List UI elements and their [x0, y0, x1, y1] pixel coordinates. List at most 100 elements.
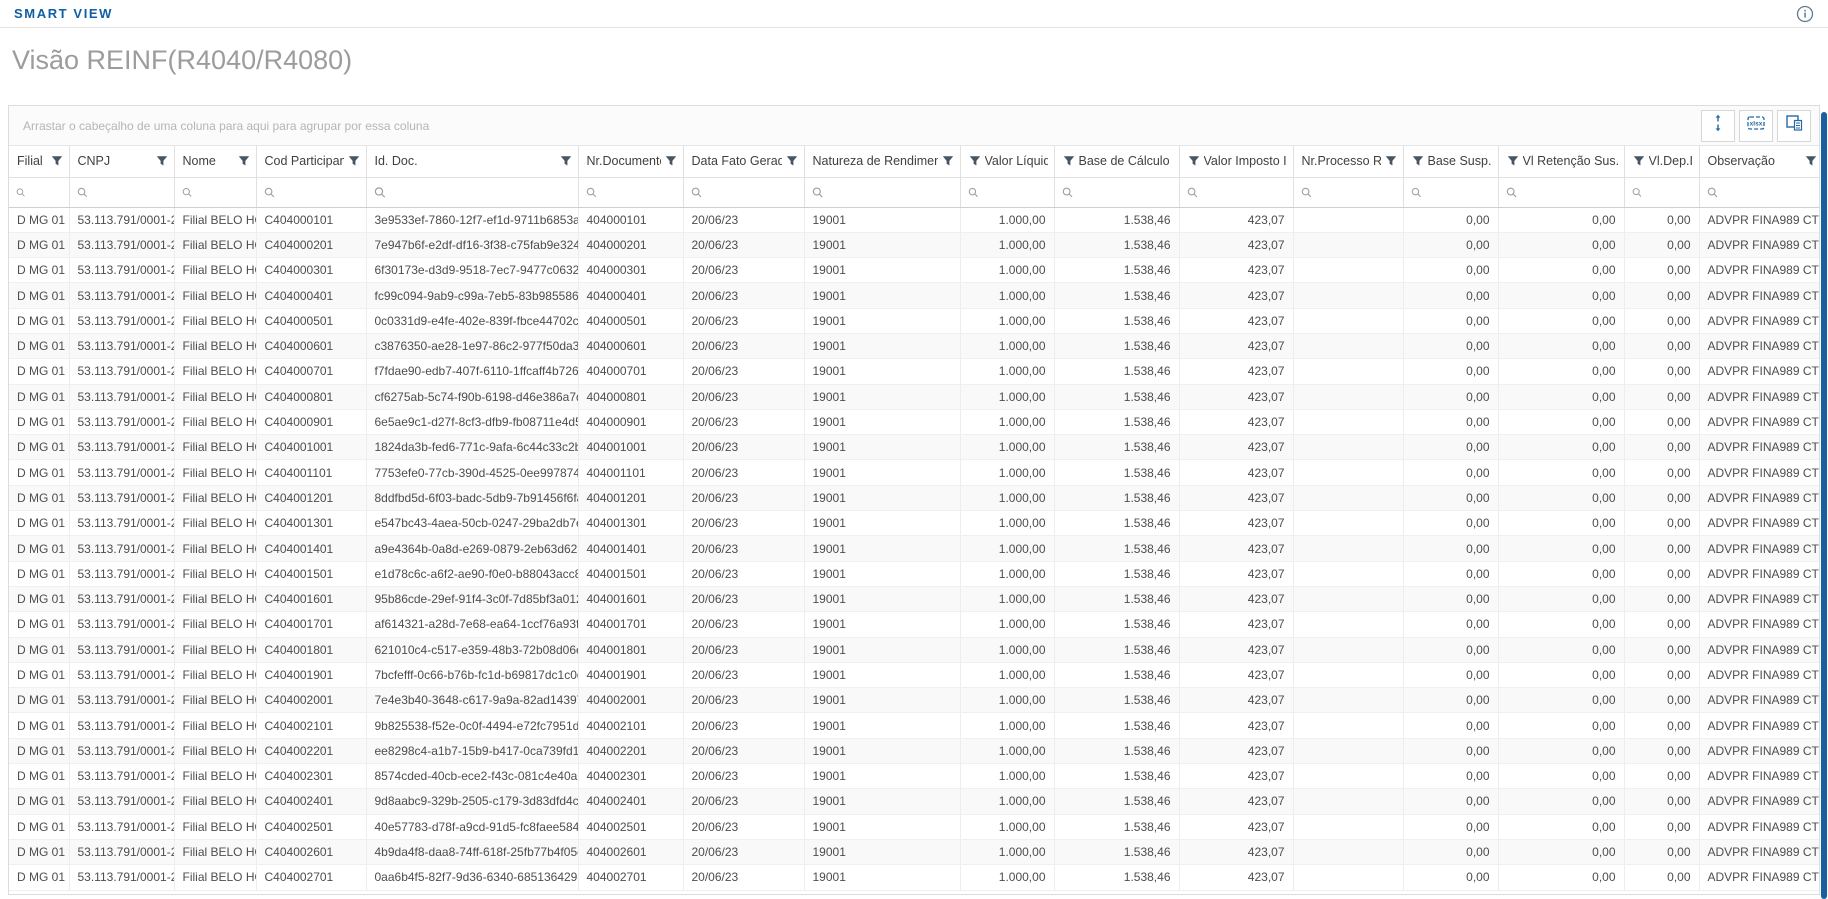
search-cell-nr_documento[interactable]: [578, 177, 684, 208]
search-cell-filial[interactable]: [9, 177, 70, 208]
search-input-id_doc[interactable]: [389, 185, 574, 199]
search-input-nr_documento[interactable]: [600, 185, 679, 199]
search-input-base_susp_ir[interactable]: [1425, 185, 1494, 199]
table-row[interactable]: D MG 0153.113.791/0001-22Filial BELO HOR…: [9, 637, 1819, 663]
column-header-cod_participante[interactable]: Cod Participante: [256, 146, 367, 178]
export-xlsx-button[interactable]: xlsx: [1739, 109, 1773, 142]
column-header-nome[interactable]: Nome: [174, 146, 257, 178]
filter-funnel-icon[interactable]: [1412, 155, 1424, 167]
search-cell-cod_participante[interactable]: [256, 177, 367, 208]
column-header-cnpj[interactable]: CNPJ: [69, 146, 175, 178]
info-icon[interactable]: [1796, 5, 1814, 23]
filter-funnel-icon[interactable]: [1507, 155, 1519, 167]
filter-funnel-icon[interactable]: [348, 155, 360, 167]
filter-funnel-icon[interactable]: [238, 155, 250, 167]
table-row[interactable]: D MG 0153.113.791/0001-22Filial BELO HOR…: [9, 788, 1819, 815]
search-input-data_fato_gerador[interactable]: [705, 185, 800, 199]
column-header-filial[interactable]: Filial: [9, 146, 70, 178]
table-row[interactable]: D MG 0153.113.791/0001-22Filial BELO HOR…: [9, 308, 1819, 334]
cell-nr_documento: 404000101: [578, 207, 684, 233]
search-cell-base_calculo_ir[interactable]: [1054, 177, 1180, 208]
filter-funnel-icon[interactable]: [51, 155, 63, 167]
search-cell-id_doc[interactable]: [366, 177, 579, 208]
table-row[interactable]: D MG 0153.113.791/0001-22Filial BELO HOR…: [9, 409, 1819, 436]
column-header-observacao[interactable]: Observação: [1699, 146, 1819, 178]
row-size-button[interactable]: [1701, 109, 1735, 142]
table-row[interactable]: D MG 0153.113.791/0001-22Filial BELO HOR…: [9, 434, 1819, 461]
table-row[interactable]: D MG 0153.113.791/0001-22Filial BELO HOR…: [9, 459, 1819, 486]
table-row[interactable]: D MG 0153.113.791/0001-22Filial BELO HOR…: [9, 611, 1819, 638]
filter-funnel-icon[interactable]: [1385, 155, 1397, 167]
filter-funnel-icon[interactable]: [969, 155, 981, 167]
filter-funnel-icon[interactable]: [560, 155, 572, 167]
table-row[interactable]: D MG 0153.113.791/0001-22Filial BELO HOR…: [9, 763, 1819, 790]
search-input-nr_processo_ref[interactable]: [1315, 185, 1399, 199]
search-cell-valor_imposto_ir[interactable]: [1179, 177, 1294, 208]
column-header-natureza[interactable]: Natureza de Rendimento: [804, 146, 961, 178]
table-row[interactable]: D MG 0153.113.791/0001-22Filial BELO HOR…: [9, 358, 1819, 385]
column-chooser-button[interactable]: [1777, 109, 1811, 142]
table-row[interactable]: D MG 0153.113.791/0001-22Filial BELO HOR…: [9, 282, 1819, 309]
filter-funnel-icon[interactable]: [1805, 155, 1817, 167]
filter-funnel-icon[interactable]: [665, 155, 677, 167]
search-input-valor_liquido[interactable]: [982, 185, 1050, 199]
search-input-cnpj[interactable]: [91, 185, 170, 199]
search-cell-valor_liquido[interactable]: [960, 177, 1055, 208]
column-header-valor_imposto_ir[interactable]: Valor Imposto IR: [1179, 146, 1294, 178]
column-header-data_fato_gerador[interactable]: Data Fato Gerador: [683, 146, 805, 178]
search-cell-base_susp_ir[interactable]: [1403, 177, 1499, 208]
search-cell-vl_dep_ir[interactable]: [1624, 177, 1700, 208]
search-cell-cnpj[interactable]: [69, 177, 175, 208]
column-header-vl_retencao_sus_ir[interactable]: Vl Retenção Sus. IR: [1498, 146, 1625, 178]
search-input-natureza[interactable]: [827, 185, 956, 199]
table-row[interactable]: D MG 0153.113.791/0001-22Filial BELO HOR…: [9, 586, 1819, 613]
column-header-vl_dep_ir[interactable]: Vl.Dep.IR: [1624, 146, 1700, 178]
table-row[interactable]: D MG 0153.113.791/0001-22Filial BELO HOR…: [9, 662, 1819, 689]
search-cell-natureza[interactable]: [804, 177, 961, 208]
search-input-base_calculo_ir[interactable]: [1076, 185, 1175, 199]
search-input-filial[interactable]: [29, 185, 65, 199]
table-row[interactable]: D MG 0153.113.791/0001-22Filial BELO HOR…: [9, 687, 1819, 714]
table-row[interactable]: D MG 0153.113.791/0001-22Filial BELO HOR…: [9, 207, 1819, 233]
filter-funnel-icon[interactable]: [1063, 155, 1075, 167]
table-row[interactable]: D MG 0153.113.791/0001-22Filial BELO HOR…: [9, 839, 1819, 866]
filter-funnel-icon[interactable]: [786, 155, 798, 167]
search-cell-data_fato_gerador[interactable]: [683, 177, 805, 208]
search-cell-nr_processo_ref[interactable]: [1293, 177, 1404, 208]
filter-funnel-icon[interactable]: [1188, 155, 1200, 167]
search-cell-nome[interactable]: [174, 177, 257, 208]
table-row[interactable]: D MG 0153.113.791/0001-22Filial BELO HOR…: [9, 864, 1819, 891]
cell-filial: D MG 01: [9, 839, 70, 866]
table-row[interactable]: D MG 0153.113.791/0001-22Filial BELO HOR…: [9, 257, 1819, 284]
table-row[interactable]: D MG 0153.113.791/0001-22Filial BELO HOR…: [9, 510, 1819, 537]
column-header-id_doc[interactable]: Id. Doc.: [366, 146, 579, 178]
table-row[interactable]: D MG 0153.113.791/0001-22Filial BELO HOR…: [9, 712, 1819, 739]
vertical-scrollbar[interactable]: [1821, 112, 1827, 899]
table-row[interactable]: D MG 0153.113.791/0001-22Filial BELO HOR…: [9, 738, 1819, 765]
column-header-nr_processo_ref[interactable]: Nr.Processo Ref.: [1293, 146, 1404, 178]
search-input-nome[interactable]: [195, 185, 252, 199]
filter-funnel-icon[interactable]: [1633, 155, 1645, 167]
table-row[interactable]: D MG 0153.113.791/0001-22Filial BELO HOR…: [9, 232, 1819, 259]
table-row[interactable]: D MG 0153.113.791/0001-22Filial BELO HOR…: [9, 561, 1819, 587]
table-row[interactable]: D MG 0153.113.791/0001-22Filial BELO HOR…: [9, 485, 1819, 512]
group-by-panel[interactable]: Arrastar o cabeçalho de uma coluna para …: [9, 106, 1819, 146]
filter-funnel-icon[interactable]: [156, 155, 168, 167]
column-header-nr_documento[interactable]: Nr.Documento: [578, 146, 684, 178]
table-row[interactable]: D MG 0153.113.791/0001-22Filial BELO HOR…: [9, 814, 1819, 840]
table-row[interactable]: D MG 0153.113.791/0001-22Filial BELO HOR…: [9, 333, 1819, 360]
search-input-cod_participante[interactable]: [278, 185, 362, 199]
search-input-vl_retencao_sus_ir[interactable]: [1520, 185, 1620, 199]
search-cell-vl_retencao_sus_ir[interactable]: [1498, 177, 1625, 208]
filter-funnel-icon[interactable]: [942, 155, 954, 167]
column-header-base_susp_ir[interactable]: Base Susp.IR: [1403, 146, 1499, 178]
cell-data_fato_gerador: 20/06/23: [683, 232, 805, 259]
search-input-valor_imposto_ir[interactable]: [1201, 185, 1289, 199]
table-row[interactable]: D MG 0153.113.791/0001-22Filial BELO HOR…: [9, 384, 1819, 410]
search-cell-observacao[interactable]: [1699, 177, 1819, 208]
column-header-base_calculo_ir[interactable]: Base de Cálculo IR: [1054, 146, 1180, 178]
table-row[interactable]: D MG 0153.113.791/0001-22Filial BELO HOR…: [9, 535, 1819, 562]
column-header-valor_liquido[interactable]: Valor Líquido: [960, 146, 1055, 178]
search-input-observacao[interactable]: [1721, 185, 1819, 199]
search-input-vl_dep_ir[interactable]: [1645, 185, 1695, 199]
